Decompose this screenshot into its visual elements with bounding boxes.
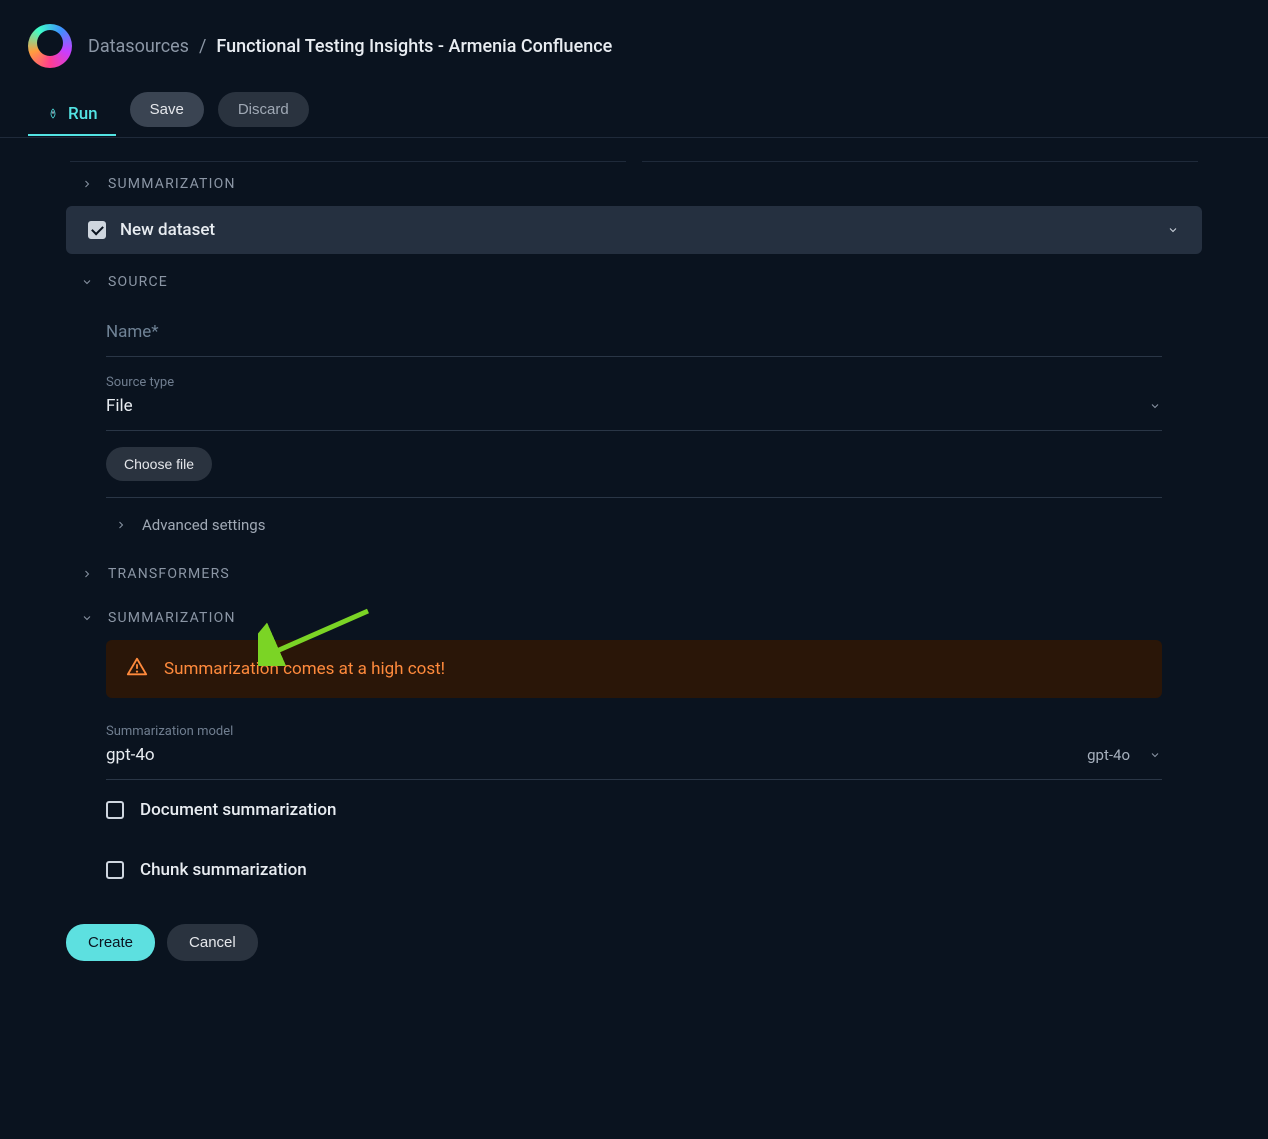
section-source[interactable]: SOURCE [30,260,1238,304]
rocket-icon [46,107,60,121]
chunk-summarization-row[interactable]: Chunk summarization [106,840,1162,900]
breadcrumb-current: Functional Testing Insights - Armenia Co… [216,36,612,57]
document-summarization-label: Document summarization [140,800,336,820]
source-type-field[interactable]: Source type File [106,357,1162,431]
section-transformers[interactable]: TRANSFORMERS [30,552,1238,596]
divider [70,138,1198,162]
advanced-settings-label: Advanced settings [142,516,265,534]
breadcrumb: Datasources / Functional Testing Insight… [88,36,612,57]
chevron-down-icon [80,611,94,625]
new-dataset-banner[interactable]: New dataset [66,206,1202,254]
chevron-down-icon [1148,399,1162,413]
content: SUMMARIZATION New dataset SOURCE Name* S… [0,138,1268,985]
summarization-model-label: Summarization model [106,724,1162,739]
document-summarization-checkbox[interactable] [106,801,124,819]
chevron-down-icon [80,275,94,289]
section-summarization-collapsed[interactable]: SUMMARIZATION [30,162,1238,206]
chevron-right-icon [114,518,128,532]
summarization-model-value: gpt-4o [106,745,155,765]
summarization-model-field[interactable]: Summarization model gpt-4o gpt-4o [106,706,1162,780]
section-summarization[interactable]: SUMMARIZATION [30,596,1238,640]
discard-button[interactable]: Discard [218,92,309,127]
breadcrumb-root[interactable]: Datasources [88,36,189,57]
chevron-right-icon [80,567,94,581]
document-summarization-row[interactable]: Document summarization [106,780,1162,840]
name-label: Name* [106,322,1162,342]
section-label: SUMMARIZATION [108,610,236,626]
chevron-down-icon [1166,223,1180,237]
source-type-value: File [106,396,133,416]
header: Datasources / Functional Testing Insight… [0,0,1268,68]
section-label: SOURCE [108,274,168,290]
footer: Create Cancel [30,900,1238,985]
advanced-settings-toggle[interactable]: Advanced settings [106,498,1162,552]
dataset-left: New dataset [88,220,215,240]
chunk-summarization-label: Chunk summarization [140,860,307,880]
chunk-summarization-checkbox[interactable] [106,861,124,879]
section-label: SUMMARIZATION [108,176,236,192]
summarization-model-ghost: gpt-4o [1087,746,1130,764]
section-label: TRANSFORMERS [108,566,230,582]
summarization-form: Summarization comes at a high cost! Summ… [30,640,1238,900]
summarization-warning: Summarization comes at a high cost! [106,640,1162,698]
choose-file-row: Choose file [106,431,1162,498]
breadcrumb-separator: / [199,36,206,57]
name-field[interactable]: Name* [106,304,1162,357]
create-button[interactable]: Create [66,924,155,961]
tab-bar: Run Save Discard [0,68,1268,138]
save-button[interactable]: Save [130,92,204,127]
warning-text: Summarization comes at a high cost! [164,659,445,679]
source-form: Name* Source type File Choose file Advan… [30,304,1238,552]
app-logo [28,24,72,68]
choose-file-button[interactable]: Choose file [106,447,212,481]
new-dataset-checkbox[interactable] [88,221,106,239]
tab-run[interactable]: Run [28,94,116,136]
cancel-button[interactable]: Cancel [167,924,258,961]
warning-icon [126,656,148,682]
chevron-right-icon [80,177,94,191]
source-type-label: Source type [106,375,1162,390]
new-dataset-title: New dataset [120,220,215,240]
tab-run-label: Run [68,104,98,124]
chevron-down-icon [1148,748,1162,762]
